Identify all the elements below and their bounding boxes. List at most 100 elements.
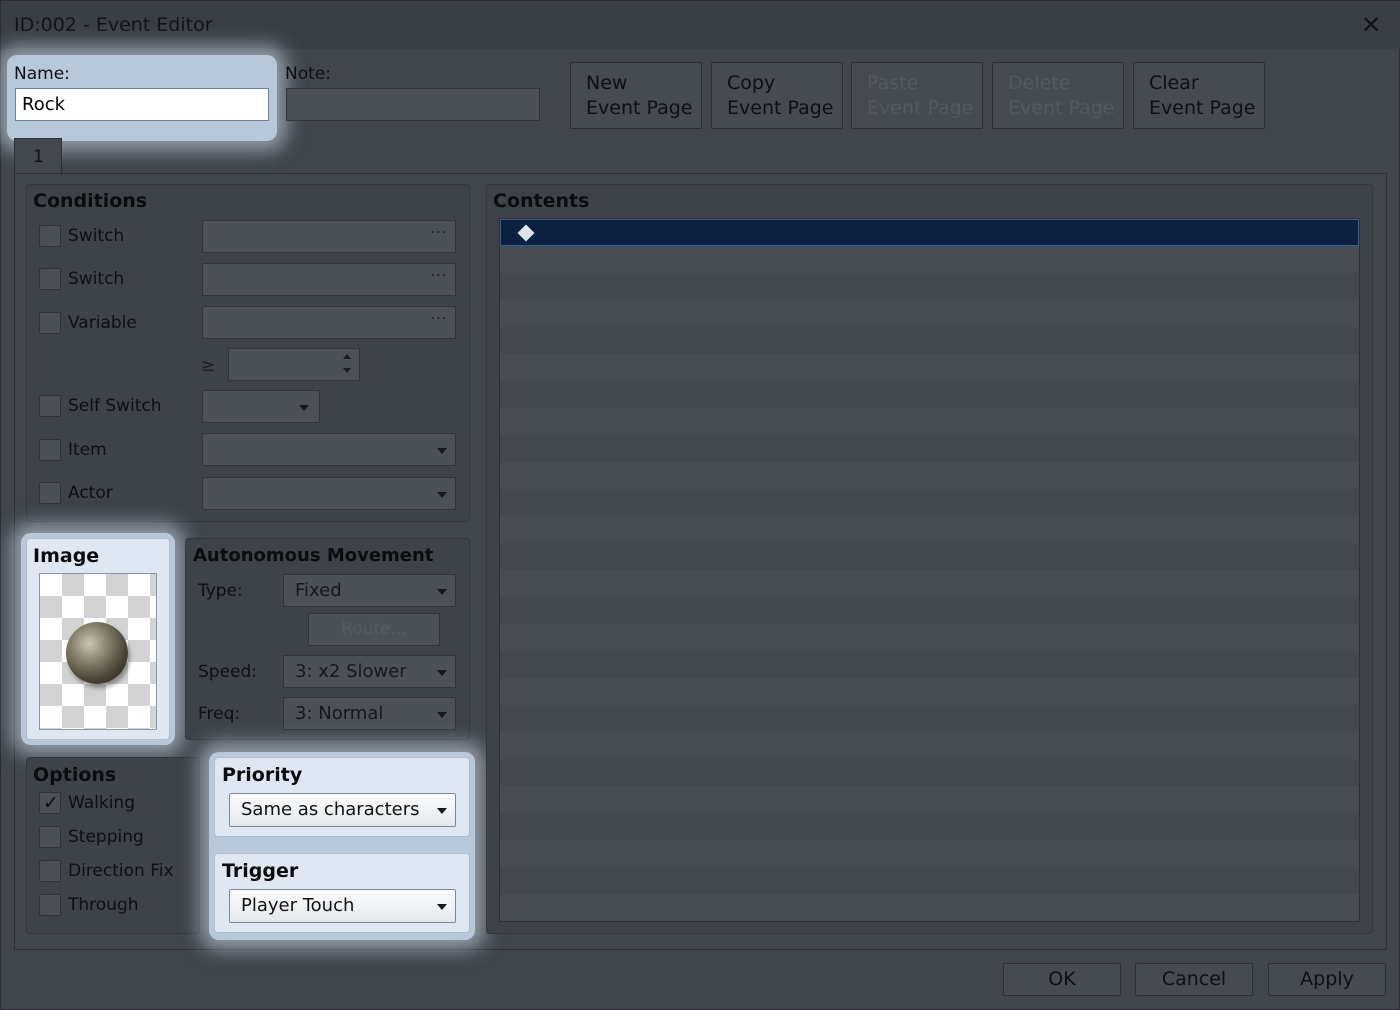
speed-select[interactable]: 3: x2 Slower [283, 655, 456, 688]
contents-row[interactable] [500, 867, 1359, 894]
actor-select[interactable] [202, 477, 456, 510]
contents-row[interactable] [500, 813, 1359, 840]
contents-row[interactable] [500, 300, 1359, 327]
diamond-icon [517, 224, 535, 242]
contents-row[interactable] [500, 516, 1359, 543]
item-checkbox[interactable] [39, 439, 61, 461]
contents-row[interactable] [500, 435, 1359, 462]
freq-label: Freq: [198, 704, 241, 724]
contents-row[interactable] [500, 678, 1359, 705]
walking-checkbox[interactable]: ✓ [39, 792, 61, 814]
contents-row[interactable] [500, 327, 1359, 354]
contents-row[interactable] [500, 543, 1359, 570]
contents-row[interactable] [500, 273, 1359, 300]
delete-event-page-button[interactable]: Delete Event Page [992, 62, 1124, 129]
contents-row[interactable] [500, 894, 1359, 921]
contents-selected-row[interactable] [500, 219, 1359, 246]
stepping-checkbox[interactable] [39, 826, 61, 848]
priority-value: Same as characters [241, 799, 420, 820]
variable-value-stepper[interactable] [228, 348, 360, 381]
contents-row[interactable] [500, 597, 1359, 624]
name-input[interactable] [15, 88, 269, 121]
cancel-button[interactable]: Cancel [1135, 963, 1253, 996]
tab-page-1[interactable]: 1 [14, 138, 62, 175]
through-checkbox[interactable] [39, 894, 61, 916]
contents-row[interactable] [500, 570, 1359, 597]
paste-page-line1: Paste [867, 72, 919, 94]
contents-row[interactable] [500, 786, 1359, 813]
contents-row[interactable] [500, 462, 1359, 489]
priority-select[interactable]: Same as characters [229, 793, 456, 827]
ok-button[interactable]: OK [1003, 963, 1121, 996]
checkmark-icon: ✓ [43, 792, 59, 814]
direction-fix-checkbox[interactable] [39, 860, 61, 882]
contents-row[interactable] [500, 354, 1359, 381]
contents-row[interactable] [500, 246, 1359, 273]
self-switch-select[interactable] [202, 390, 320, 423]
new-page-line2: Event Page [586, 97, 693, 119]
copy-page-line2: Event Page [727, 97, 834, 119]
clear-event-page-button[interactable]: Clear Event Page [1133, 62, 1265, 129]
freq-select[interactable]: 3: Normal [283, 697, 456, 730]
switch2-more-icon: ··· [430, 268, 447, 284]
chevron-down-icon [437, 904, 447, 910]
priority-title: Priority [222, 764, 303, 786]
item-select[interactable] [202, 433, 456, 466]
speed-label: Speed: [198, 662, 258, 682]
contents-row[interactable] [500, 840, 1359, 867]
contents-row[interactable] [500, 921, 1359, 922]
type-value: Fixed [295, 580, 342, 601]
contents-title: Contents [493, 190, 590, 212]
contents-row[interactable] [500, 381, 1359, 408]
type-select[interactable]: Fixed [283, 574, 456, 607]
new-page-line1: New [586, 72, 628, 94]
actor-checkbox[interactable] [39, 482, 61, 504]
variable-label: Variable [68, 313, 137, 333]
route-button[interactable]: Route... [308, 613, 440, 646]
stepper-down-icon[interactable] [343, 368, 351, 373]
self-switch-label: Self Switch [68, 396, 162, 416]
contents-row[interactable] [500, 624, 1359, 651]
copy-event-page-button[interactable]: Copy Event Page [711, 62, 843, 129]
apply-button[interactable]: Apply [1268, 963, 1386, 996]
event-editor-window: ID:002 - Event Editor ✕ Name: Note: New … [0, 0, 1400, 1010]
contents-row[interactable] [500, 705, 1359, 732]
self-switch-checkbox[interactable] [39, 395, 61, 417]
copy-page-line1: Copy [727, 72, 776, 94]
chevron-down-icon [437, 448, 447, 454]
freq-value: 3: Normal [295, 703, 384, 724]
contents-list[interactable] [499, 218, 1360, 922]
close-icon[interactable]: ✕ [1355, 9, 1387, 41]
gte-symbol: ≥ [201, 356, 216, 376]
variable-checkbox[interactable] [39, 312, 61, 334]
name-label: Name: [14, 64, 70, 84]
paste-event-page-button[interactable]: Paste Event Page [851, 62, 983, 129]
switch1-select[interactable]: ··· [202, 220, 456, 253]
stepping-label: Stepping [68, 827, 144, 847]
contents-row[interactable] [500, 651, 1359, 678]
stepper-up-icon[interactable] [343, 354, 351, 359]
clear-page-line1: Clear [1149, 72, 1199, 94]
options-title: Options [33, 764, 117, 786]
switch2-label: Switch [68, 269, 125, 289]
switch1-checkbox[interactable] [39, 225, 61, 247]
variable-select[interactable]: ··· [202, 306, 456, 339]
contents-row[interactable] [500, 732, 1359, 759]
note-input[interactable] [286, 88, 540, 121]
variable-more-icon: ··· [430, 311, 447, 327]
switch2-checkbox[interactable] [39, 268, 61, 290]
new-event-page-button[interactable]: New Event Page [570, 62, 702, 129]
chevron-down-icon [437, 808, 447, 814]
switch2-select[interactable]: ··· [202, 263, 456, 296]
contents-row[interactable] [500, 408, 1359, 435]
trigger-select[interactable]: Player Touch [229, 889, 456, 923]
autonomous-movement-title: Autonomous Movement [193, 545, 434, 566]
walking-label: Walking [68, 793, 135, 813]
switch1-label: Switch [68, 226, 125, 246]
chevron-down-icon [437, 492, 447, 498]
switch1-more-icon: ··· [430, 225, 447, 241]
contents-row[interactable] [500, 489, 1359, 516]
contents-row[interactable] [500, 759, 1359, 786]
actor-label: Actor [68, 483, 113, 503]
image-preview[interactable] [39, 573, 157, 730]
